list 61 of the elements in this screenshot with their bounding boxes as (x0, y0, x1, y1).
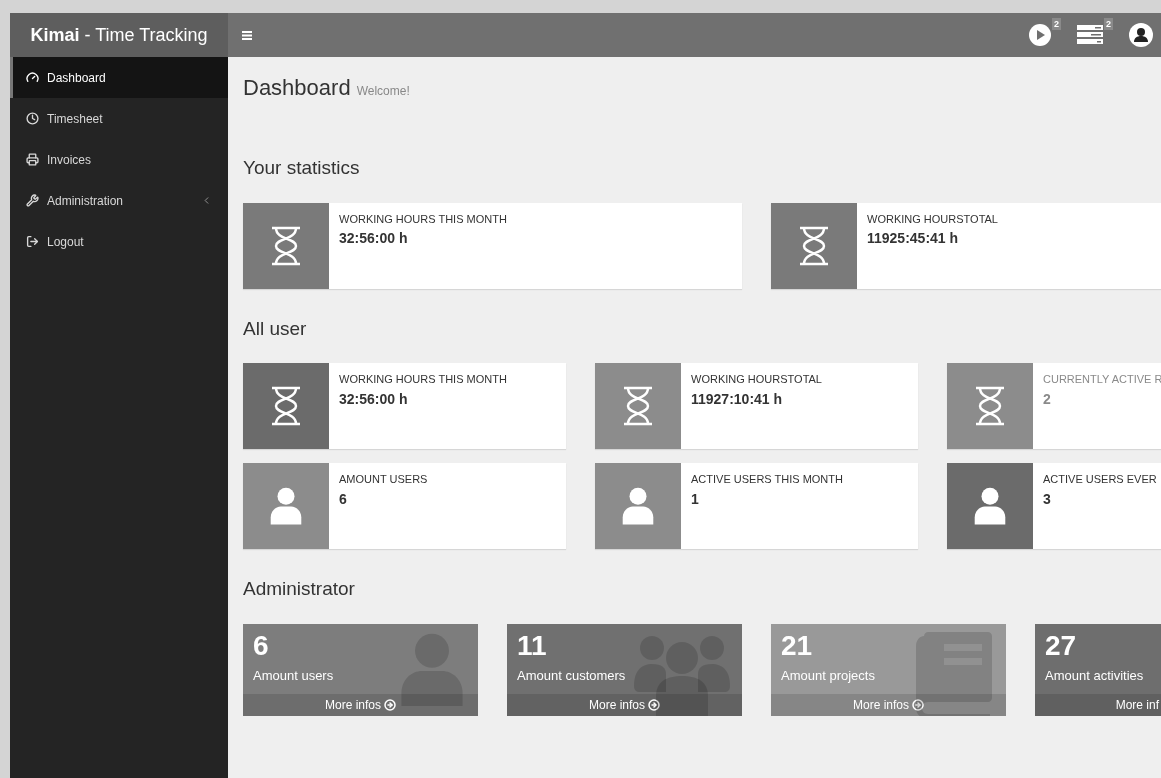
section-title: Administrator (243, 577, 356, 601)
tile-label: Amount customers (517, 666, 627, 685)
sidebar-item[interactable]: Logout (10, 221, 228, 262)
count-badge: 2 (1104, 18, 1113, 30)
user-icon[interactable] (1129, 23, 1153, 47)
arrow-right-icon (384, 698, 396, 711)
sidebar-item[interactable]: Administration (10, 180, 228, 221)
gauge-icon (26, 71, 39, 84)
card-value: 3 (1043, 489, 1052, 509)
page-title: Dashboard (243, 74, 351, 102)
logout-icon (26, 235, 39, 248)
clock-icon (26, 112, 39, 125)
card-label: CURRENTLY ACTIVE R (1043, 372, 1161, 387)
printer-icon (26, 153, 39, 166)
sidebar-item[interactable]: Dashboard (10, 57, 228, 98)
count-badge: 2 (1052, 18, 1061, 30)
more-infos-link[interactable]: More inf (1035, 693, 1161, 716)
card-value: 32:56:00 h (339, 389, 409, 409)
card-label: ACTIVE USERS EVER (1043, 472, 1157, 487)
card-label: AMOUNT USERS (339, 472, 428, 487)
card-value: 1 (691, 489, 700, 509)
card-label: WORKING HOURSTOTAL (691, 372, 822, 387)
hourglass-icon (973, 386, 1007, 426)
tile-value: 6 (253, 628, 270, 663)
tasks-icon[interactable] (1077, 24, 1103, 46)
card-value: 6 (339, 489, 348, 509)
card-label: WORKING HOURS THIS MONTH (339, 372, 507, 387)
card-value: 11925:45:41 h (867, 229, 960, 248)
page-subtitle: Welcome! (356, 83, 410, 100)
sidebar-item[interactable]: Invoices (10, 139, 228, 180)
hourglass-icon (797, 225, 831, 266)
user-icon (398, 631, 466, 707)
arrow-right-icon (648, 698, 660, 711)
card-label: WORKING HOURSTOTAL (867, 211, 998, 227)
sidebar-item[interactable]: Timesheet (10, 98, 228, 139)
card-label: WORKING HOURS THIS MONTH (339, 211, 507, 227)
tile-value: 11 (517, 628, 548, 663)
tile-label: Amount activities (1045, 666, 1145, 685)
card-value: 32:56:00 h (339, 229, 409, 248)
section-title: Your statistics (243, 156, 361, 180)
wrench-icon (26, 194, 39, 207)
hourglass-icon (621, 386, 655, 426)
user-icon (269, 487, 303, 525)
brand-title[interactable]: Kimai - Time Tracking (30, 21, 208, 49)
user-icon (621, 487, 655, 525)
section-title: All user (243, 316, 308, 341)
play-icon[interactable] (1029, 24, 1051, 46)
tile-value: 21 (781, 628, 814, 663)
card-value: 2 (1043, 389, 1052, 409)
user-icon (973, 487, 1007, 525)
tile-value: 27 (1045, 628, 1078, 663)
more-infos-link[interactable]: More infos (771, 693, 1006, 716)
arrow-right-icon (912, 698, 924, 711)
book-icon (914, 631, 994, 716)
hourglass-icon (269, 386, 303, 426)
tile-label: Amount users (253, 666, 335, 685)
hourglass-icon (269, 225, 303, 266)
tile-label: Amount projects (781, 666, 876, 685)
card-value: 11927:10:41 h (691, 389, 784, 409)
card-label: ACTIVE USERS THIS MONTH (691, 472, 843, 487)
menu-icon[interactable] (242, 30, 252, 40)
